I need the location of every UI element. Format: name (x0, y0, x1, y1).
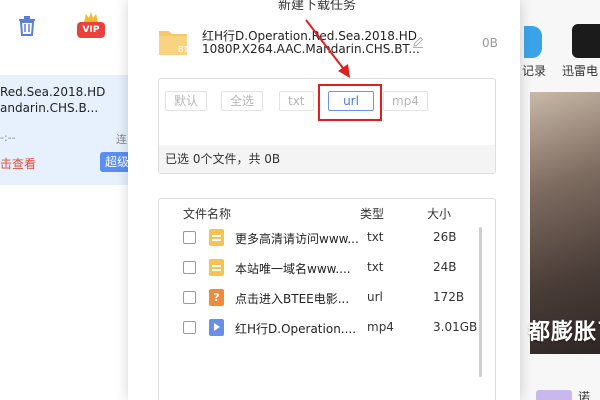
task-size: 0B (482, 36, 498, 50)
promo-tag (536, 390, 572, 400)
file-checkbox[interactable] (183, 291, 196, 304)
list-item-time: -:-- (0, 131, 16, 144)
file-checkbox[interactable] (183, 261, 196, 274)
file-row[interactable]: 本站唯一域名www.... txt 24B (159, 253, 495, 283)
filter-default-button[interactable]: 默认 (165, 91, 208, 111)
xunlei-app-icon[interactable] (572, 24, 600, 58)
selection-status: 已选 0个文件，共 0B (159, 145, 495, 173)
trash-icon[interactable] (18, 16, 36, 36)
file-size: 3.01GB (433, 320, 478, 334)
list-item-status: 连 (116, 133, 127, 146)
file-type: url (367, 290, 383, 304)
filter-select-all-button[interactable]: 全选 (221, 91, 264, 111)
xunlei-label: 迅雷电 (562, 64, 599, 78)
file-checkbox[interactable] (183, 321, 196, 334)
url-file-icon: ? (209, 289, 224, 306)
txt-file-icon (209, 229, 224, 246)
left-panel (0, 0, 128, 400)
list-item-name-line2: andarin.CHS.B... (0, 101, 99, 115)
record-label: 记录 (522, 64, 547, 78)
file-size: 172B (433, 290, 465, 304)
filter-mp4-button[interactable]: mp4 (383, 91, 428, 111)
file-checkbox[interactable] (183, 231, 196, 244)
filter-txt-button[interactable]: txt (279, 91, 314, 111)
bt-folder-icon: BT (159, 31, 188, 55)
file-list: 文件名称 类型 大小 更多高清请访问www... txt 26B 本站唯一域名w… (158, 198, 496, 400)
red-arrow-annotation (305, 19, 350, 78)
file-size: 26B (433, 230, 457, 244)
file-row[interactable]: ? 点击进入BTEE电影... url 172B (159, 283, 495, 313)
file-type: txt (367, 260, 384, 274)
list-item-name-line1: Red.Sea.2018.HD (0, 85, 106, 99)
crown-icon (84, 12, 98, 22)
file-row[interactable]: 更多高清请访问www... txt 26B (159, 223, 495, 253)
promo-bottom-text: 诺 (578, 390, 591, 400)
file-row[interactable]: 红H行D.Operation.... mp4 3.01GB (159, 313, 495, 343)
file-type: txt (367, 230, 384, 244)
new-download-dialog: 新建下载任务 BT 红H行D.Operation.Red.Sea.2018.HD… (128, 0, 520, 400)
super-speed-button[interactable]: 超级 (100, 152, 128, 172)
edit-icon[interactable] (412, 36, 424, 48)
video-file-icon (209, 319, 224, 336)
file-name: 更多高清请访问www... (235, 232, 359, 246)
file-list-scrollbar[interactable] (479, 227, 482, 377)
file-name: 点击进入BTEE电影... (235, 292, 350, 306)
dialog-title: 新建下载任务 (278, 0, 357, 13)
promo-text: 都膨胀了 (528, 320, 600, 345)
view-link[interactable]: 击查看 (0, 155, 36, 172)
folder-badge-text: BT (178, 45, 188, 54)
highlight-box (318, 84, 382, 121)
vip-badge[interactable]: VIP (77, 22, 105, 38)
file-size: 24B (433, 260, 457, 274)
file-name: 本站唯一域名www.... (235, 262, 351, 276)
txt-file-icon (209, 259, 224, 276)
header-file-name[interactable]: 文件名称 (183, 205, 231, 222)
record-app-icon[interactable] (524, 26, 542, 58)
file-name: 红H行D.Operation.... (235, 322, 357, 336)
header-file-size[interactable]: 大小 (427, 205, 451, 222)
file-type: mp4 (367, 320, 394, 334)
header-file-type[interactable]: 类型 (360, 205, 384, 222)
